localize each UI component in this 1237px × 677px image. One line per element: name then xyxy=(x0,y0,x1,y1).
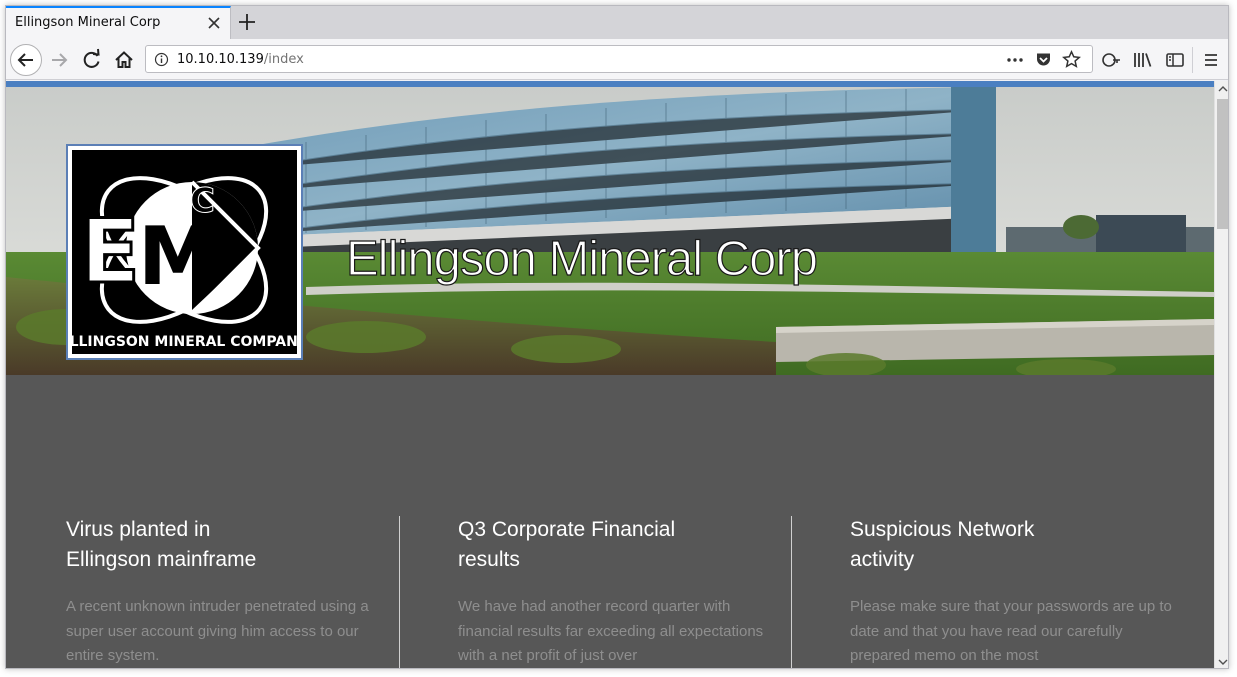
logo-letter-c: C xyxy=(190,181,215,221)
forward-icon[interactable] xyxy=(45,45,75,75)
hero-title: Ellingson Mineral Corp xyxy=(345,231,818,286)
reload-icon[interactable] xyxy=(77,45,107,75)
article-financial: Q3 Corporate Financial results We have h… xyxy=(458,515,788,668)
scrollbar-thumb[interactable] xyxy=(1217,99,1228,229)
article-summary: A recent unknown intruder penetrated usi… xyxy=(66,598,369,664)
sidebar-icon[interactable] xyxy=(1160,45,1190,75)
extension-icon[interactable] xyxy=(1096,45,1126,75)
url-host: 10.10.10.139 xyxy=(177,52,264,67)
hero-banner: E M C ELLINGSON MINERAL COMPANY Ellingso… xyxy=(6,87,1214,375)
library-icon[interactable] xyxy=(1128,45,1158,75)
logo-letter-m: M xyxy=(138,210,218,303)
scroll-up-icon[interactable] xyxy=(1215,81,1229,97)
tab-title: Ellingson Mineral Corp xyxy=(15,15,161,30)
article-heading[interactable]: Virus planted in Ellingson mainframe xyxy=(66,515,396,575)
column-divider xyxy=(791,516,792,668)
address-bar[interactable]: 10.10.10.139/index xyxy=(145,45,1093,73)
scroll-down-icon[interactable] xyxy=(1215,654,1229,669)
navigation-toolbar: 10.10.10.139/index xyxy=(6,39,1228,80)
news-section: Virus planted in Ellingson mainframe A r… xyxy=(6,375,1214,668)
url-path: /index xyxy=(263,52,304,67)
page-content: E M C ELLINGSON MINERAL COMPANY Ellingso… xyxy=(6,81,1214,668)
page-actions-icon[interactable] xyxy=(1006,52,1024,68)
article-summary: Please make sure that your passwords are… xyxy=(850,598,1172,664)
article-network: Suspicious Network activity Please make … xyxy=(850,515,1180,668)
url-text: 10.10.10.139/index xyxy=(177,52,304,67)
back-button[interactable] xyxy=(10,44,42,76)
article-heading[interactable]: Q3 Corporate Financial results xyxy=(458,515,788,575)
logo-caption: ELLINGSON MINERAL COMPANY xyxy=(72,334,297,350)
toolbar-separator xyxy=(1192,47,1193,73)
article-heading[interactable]: Suspicious Network activity xyxy=(850,515,1180,575)
logo-letter-e: E xyxy=(80,200,140,303)
vertical-scrollbar[interactable] xyxy=(1214,81,1229,669)
article-virus: Virus planted in Ellingson mainframe A r… xyxy=(66,515,396,668)
new-tab-icon[interactable] xyxy=(236,11,258,33)
article-summary: We have had another record quarter with … xyxy=(458,598,764,664)
info-icon[interactable] xyxy=(154,52,169,67)
emc-logo-image: E M C ELLINGSON MINERAL COMPANY xyxy=(60,150,309,354)
pocket-icon[interactable] xyxy=(1035,51,1052,68)
company-logo: E M C ELLINGSON MINERAL COMPANY xyxy=(60,144,309,360)
column-divider xyxy=(399,516,400,668)
bookmark-star-icon[interactable] xyxy=(1062,50,1081,69)
back-arrow-icon xyxy=(17,53,33,67)
tab-active[interactable]: Ellingson Mineral Corp xyxy=(6,6,231,39)
close-icon[interactable] xyxy=(205,14,223,32)
home-icon[interactable] xyxy=(109,45,139,75)
hamburger-menu-icon[interactable] xyxy=(1196,45,1226,75)
tab-strip: Ellingson Mineral Corp xyxy=(6,6,1228,39)
browser-window: Ellingson Mineral Corp 10.10.10.139/inde… xyxy=(5,5,1229,669)
